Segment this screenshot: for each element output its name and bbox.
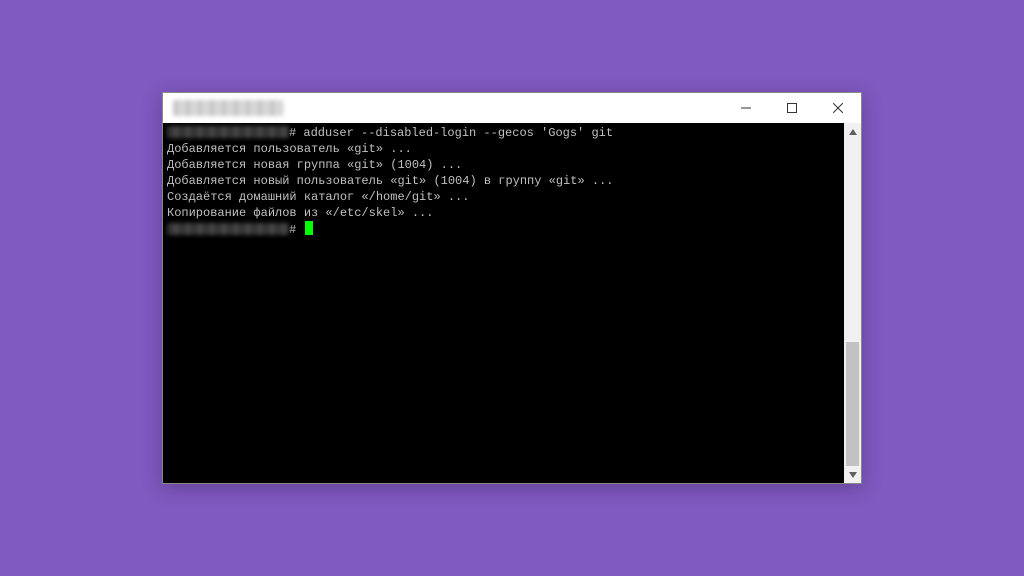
close-button[interactable] xyxy=(815,93,861,123)
entered-command: adduser --disabled-login --gecos 'Gogs' … xyxy=(303,126,613,140)
scroll-down-button[interactable] xyxy=(844,466,861,483)
terminal-line: Копирование файлов из «/etc/skel» ... xyxy=(167,205,840,221)
terminal-cursor xyxy=(305,221,313,235)
terminal-line: Добавляется пользователь «git» ... xyxy=(167,141,840,157)
scrollbar-track[interactable] xyxy=(844,140,861,466)
vertical-scrollbar[interactable] xyxy=(844,123,861,483)
scrollbar-thumb[interactable] xyxy=(846,342,859,466)
hostname-obscured xyxy=(167,126,289,138)
prompt-symbol: # xyxy=(289,126,296,140)
window-title-area xyxy=(163,93,723,123)
window-titlebar[interactable] xyxy=(163,93,861,123)
prompt-symbol: # xyxy=(289,223,296,237)
window-title-obscured xyxy=(173,100,283,116)
terminal-output[interactable]: # adduser --disabled-login --gecos 'Gogs… xyxy=(163,123,844,483)
terminal-line: Создаётся домашний каталог «/home/git» .… xyxy=(167,189,840,205)
window-client-area: # adduser --disabled-login --gecos 'Gogs… xyxy=(163,123,861,483)
maximize-button[interactable] xyxy=(769,93,815,123)
window-controls xyxy=(723,93,861,123)
terminal-line: Добавляется новая группа «git» (1004) ..… xyxy=(167,157,840,173)
terminal-prompt-line: # adduser --disabled-login --gecos 'Gogs… xyxy=(167,125,840,141)
terminal-prompt-current: # xyxy=(167,221,840,238)
terminal-window: # adduser --disabled-login --gecos 'Gogs… xyxy=(162,92,862,484)
hostname-obscured xyxy=(167,223,289,235)
terminal-line: Добавляется новый пользователь «git» (10… xyxy=(167,173,840,189)
scroll-up-button[interactable] xyxy=(844,123,861,140)
minimize-button[interactable] xyxy=(723,93,769,123)
